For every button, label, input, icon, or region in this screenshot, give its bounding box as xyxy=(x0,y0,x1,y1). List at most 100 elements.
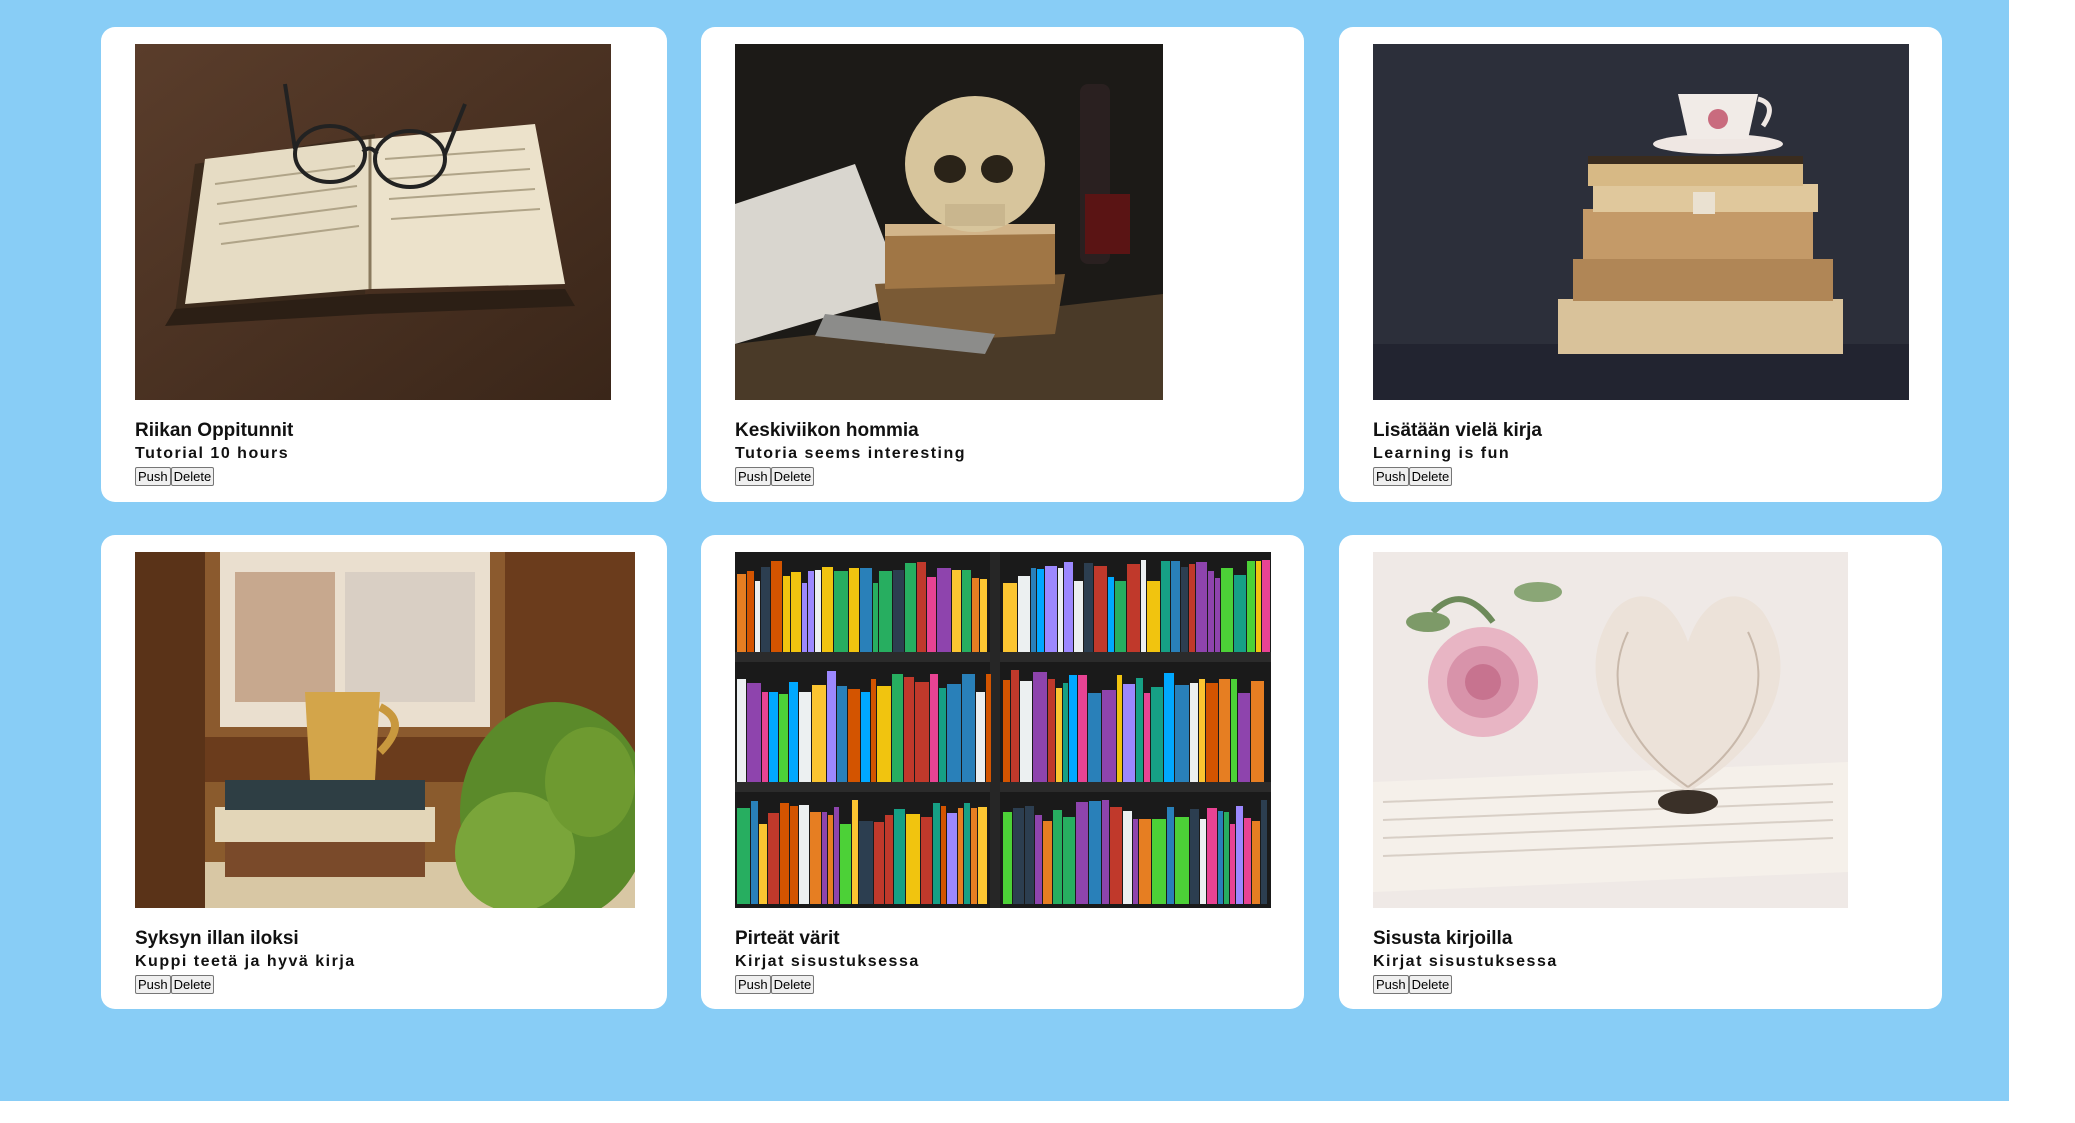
book-spine xyxy=(848,689,860,782)
card-subtitle: Kirjat sisustuksessa xyxy=(1373,953,1558,970)
book-spine xyxy=(1069,675,1077,782)
book-spine xyxy=(978,807,987,904)
book-spine xyxy=(1058,568,1063,652)
book-spine xyxy=(879,571,892,652)
book-spine xyxy=(894,809,905,904)
push-button[interactable]: Push xyxy=(135,975,171,994)
card-image-teacup-on-books xyxy=(1373,44,1909,400)
book-spine xyxy=(1208,571,1214,652)
card-title: Syksyn illan iloksi xyxy=(135,928,299,949)
card-image-open-book xyxy=(135,44,611,400)
book-spine xyxy=(1025,806,1034,904)
book-spine xyxy=(861,692,870,782)
book-spine xyxy=(1074,581,1083,652)
book-spine xyxy=(1078,675,1087,782)
book-spine xyxy=(971,808,977,904)
push-button[interactable]: Push xyxy=(1373,975,1409,994)
book-spine xyxy=(1224,812,1229,904)
book-spine xyxy=(1200,819,1206,904)
book-spine xyxy=(768,813,779,904)
card-subtitle: Learning is fun xyxy=(1373,445,1511,462)
book-spine xyxy=(1181,567,1188,652)
book-spine xyxy=(802,583,807,652)
book-spine xyxy=(771,561,782,652)
card-actions: Push Delete xyxy=(135,467,215,486)
book-spine xyxy=(827,671,836,782)
book-spine xyxy=(1164,673,1174,782)
book-spine xyxy=(1238,693,1250,782)
book-spine xyxy=(799,692,811,782)
book-spine xyxy=(1088,693,1101,782)
delete-button[interactable]: Delete xyxy=(170,975,215,994)
book-spine xyxy=(1063,683,1068,782)
book-spine xyxy=(783,576,790,652)
book-spine xyxy=(1123,811,1132,904)
book-spine xyxy=(986,674,991,782)
delete-button[interactable]: Delete xyxy=(1408,975,1453,994)
book-card: Lisätään vielä kirja Learning is fun Pus… xyxy=(1339,27,1942,502)
book-spine xyxy=(1251,681,1264,782)
book-spine xyxy=(852,800,858,904)
book-spine xyxy=(1207,808,1217,904)
card-image-rose-heart-book xyxy=(1373,552,1848,908)
book-spine xyxy=(828,815,833,904)
push-button[interactable]: Push xyxy=(735,467,771,486)
delete-button[interactable]: Delete xyxy=(170,467,215,486)
push-button[interactable]: Push xyxy=(135,467,171,486)
book-spine xyxy=(1076,802,1088,904)
book-spine xyxy=(815,570,821,652)
push-button[interactable]: Push xyxy=(1373,467,1409,486)
book-spine xyxy=(1262,560,1270,652)
book-spine xyxy=(1261,800,1267,904)
card-subtitle: Tutorial 10 hours xyxy=(135,445,290,462)
book-spine xyxy=(790,806,798,904)
book-spine xyxy=(1141,560,1146,652)
book-spine xyxy=(962,674,975,782)
book-spine xyxy=(761,567,770,652)
book-spine xyxy=(1133,819,1138,904)
delete-button[interactable]: Delete xyxy=(770,467,815,486)
book-spine xyxy=(1003,583,1017,652)
push-button[interactable]: Push xyxy=(735,975,771,994)
book-spine xyxy=(1244,818,1251,904)
card-subtitle: Kirjat sisustuksessa xyxy=(735,953,920,970)
book-spine xyxy=(1139,819,1151,904)
card-actions: Push Delete xyxy=(1373,975,1453,994)
book-spine xyxy=(962,570,971,652)
book-spine xyxy=(799,805,809,904)
delete-button[interactable]: Delete xyxy=(770,975,815,994)
book-spine xyxy=(1043,821,1052,904)
book-spine xyxy=(747,571,754,652)
book-spine xyxy=(1003,812,1012,904)
book-spine xyxy=(779,694,788,782)
delete-button[interactable]: Delete xyxy=(1408,467,1453,486)
book-spine xyxy=(1161,561,1170,652)
card-subtitle: Kuppi teetä ja hyvä kirja xyxy=(135,953,356,970)
book-spine xyxy=(877,686,891,782)
book-spine xyxy=(837,686,847,782)
book-card: Riikan Oppitunnit Tutorial 10 hours Push… xyxy=(101,27,667,502)
book-spine xyxy=(947,684,961,782)
book-card: Keskiviikon hommia Tutoria seems interes… xyxy=(701,27,1304,502)
book-spine xyxy=(1064,562,1073,652)
book-spine xyxy=(893,570,904,652)
book-spine xyxy=(747,683,761,782)
book-spine xyxy=(1206,683,1218,782)
book-spine xyxy=(905,563,916,652)
book-spine xyxy=(1252,821,1260,904)
book-spine xyxy=(1035,815,1042,904)
book-spine xyxy=(873,583,878,652)
book-spine xyxy=(1084,563,1093,652)
book-spine xyxy=(859,821,873,904)
book-spine xyxy=(1234,575,1246,652)
book-spine xyxy=(874,822,884,904)
book-spine xyxy=(1102,690,1116,782)
book-spine xyxy=(780,803,789,904)
book-spine xyxy=(1003,680,1010,782)
book-spine xyxy=(871,679,876,782)
book-spine xyxy=(1190,809,1199,904)
book-spine xyxy=(737,679,746,782)
book-spine xyxy=(1048,679,1055,782)
book-spine xyxy=(737,808,750,904)
book-spine xyxy=(1136,678,1143,782)
